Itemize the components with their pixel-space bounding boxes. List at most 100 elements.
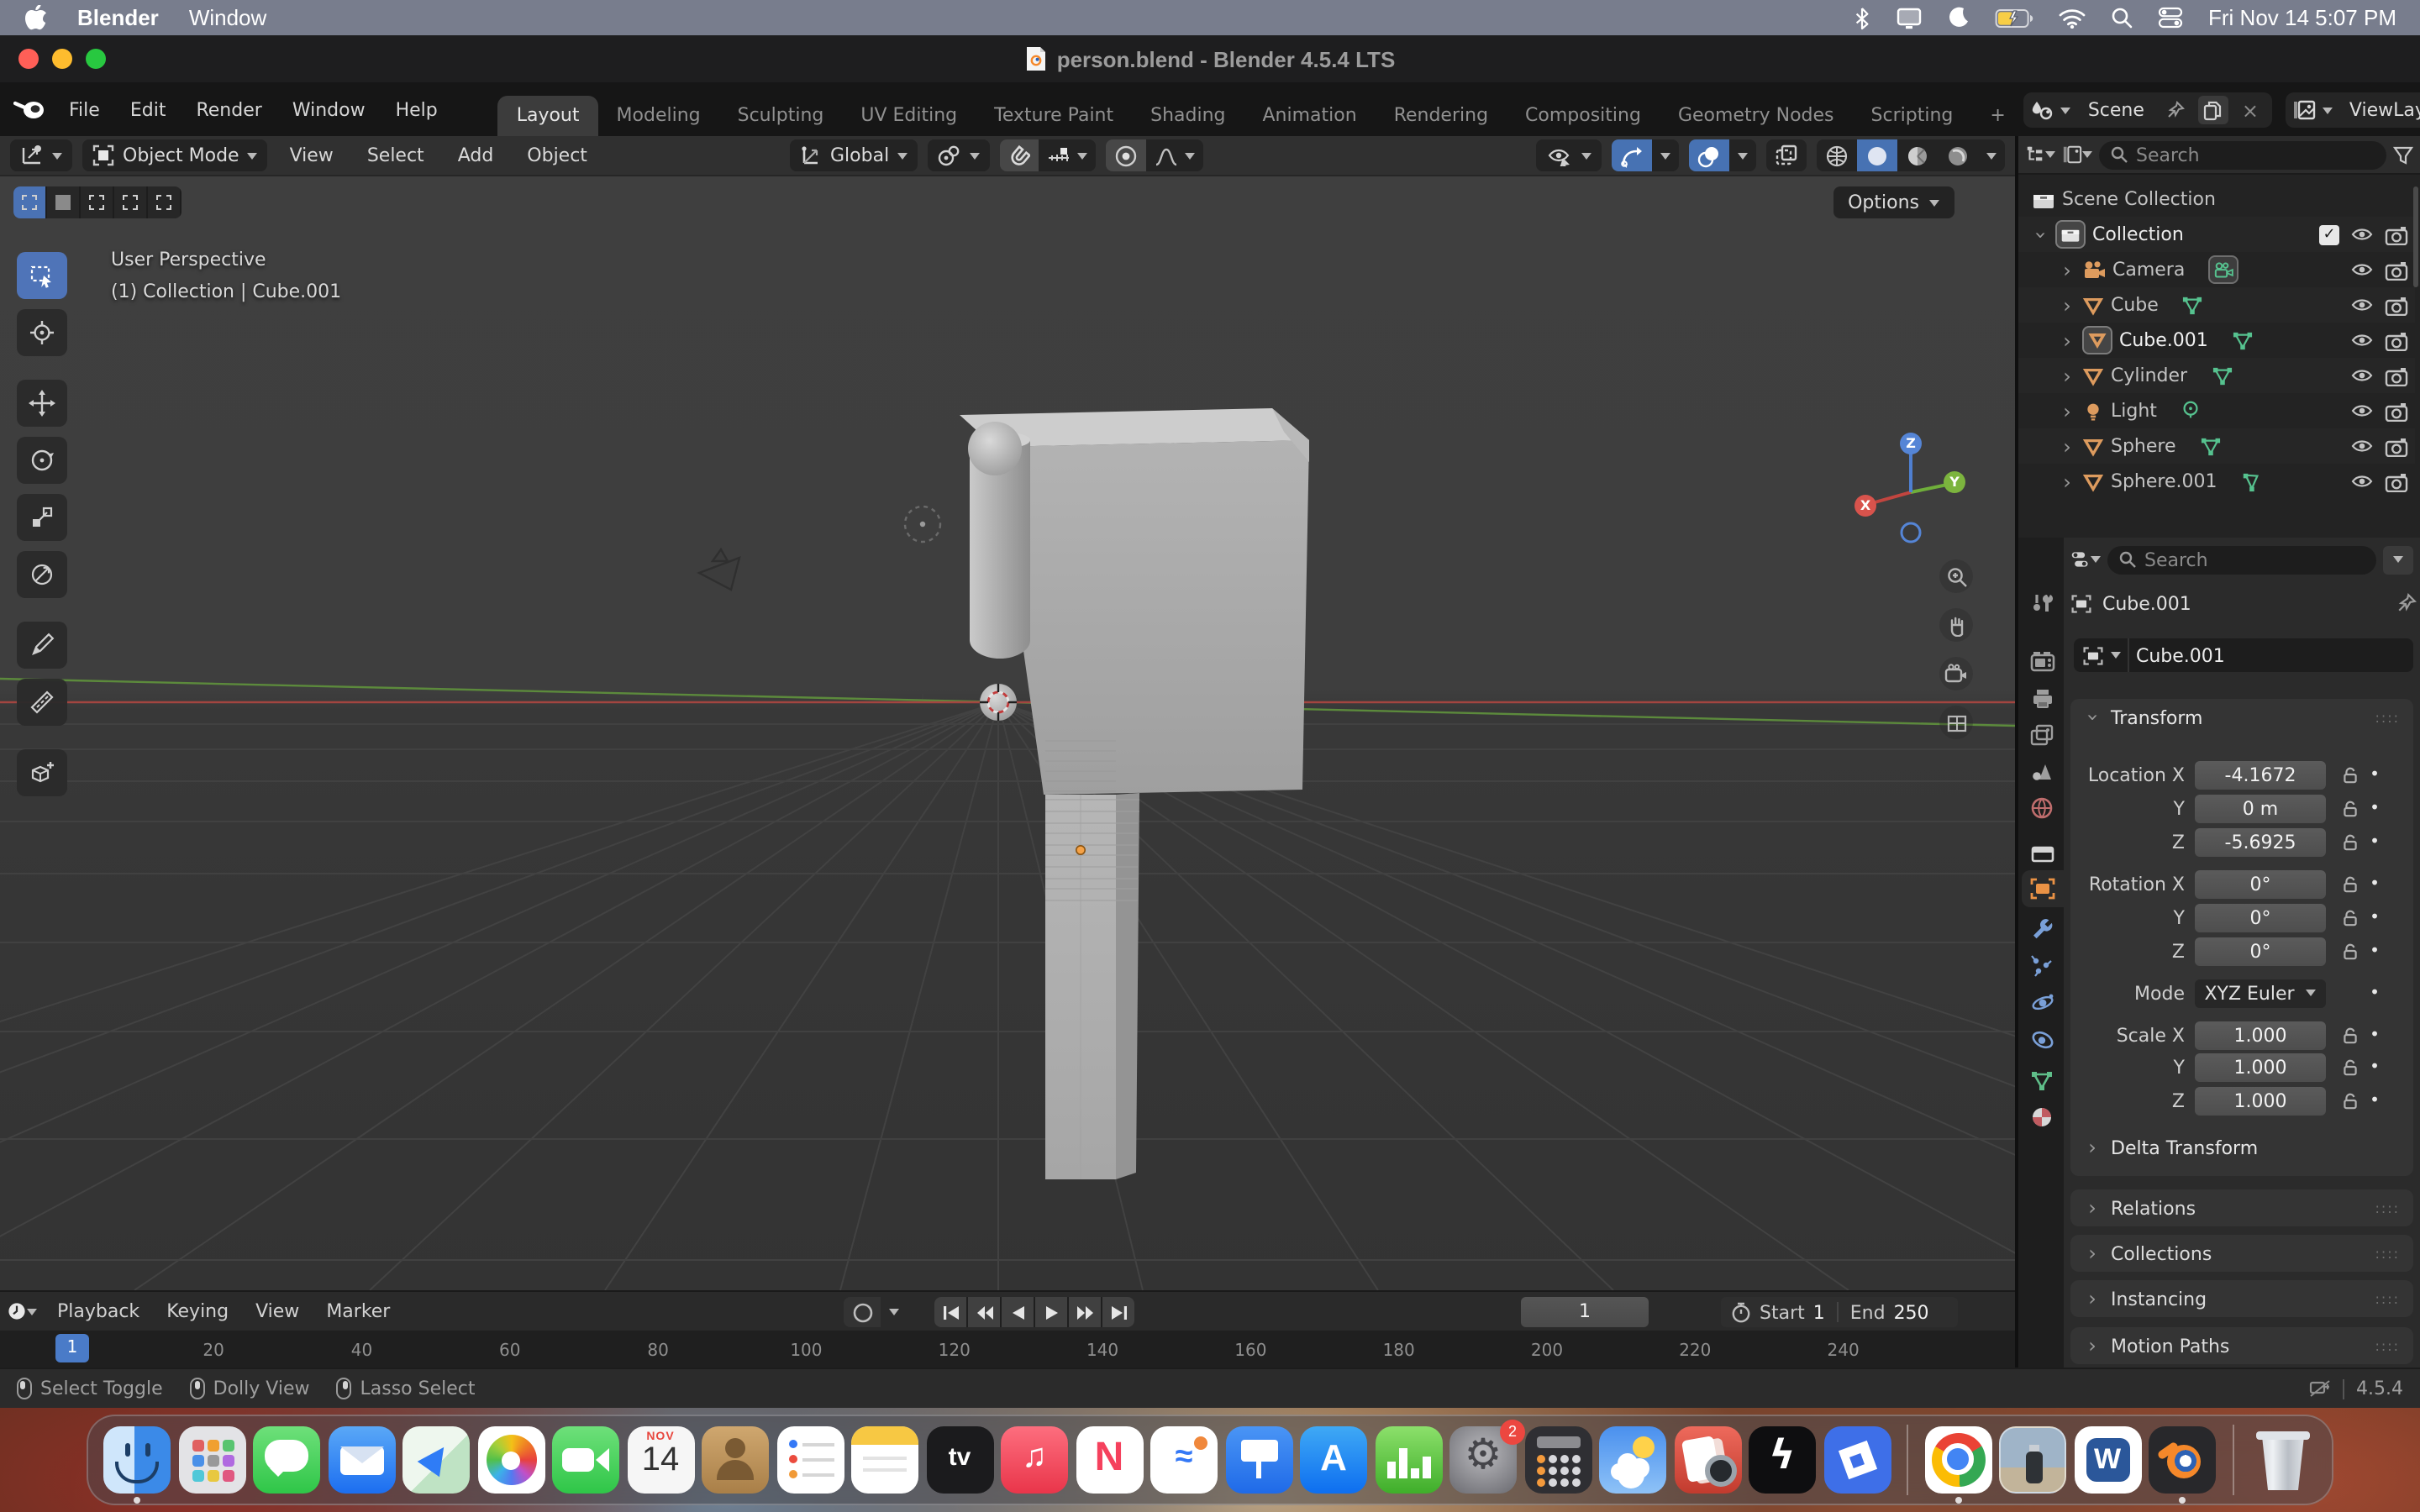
timeline-menu[interactable]: Keying bbox=[153, 1294, 242, 1328]
dock-apple-tv[interactable]: tv bbox=[926, 1426, 993, 1494]
dock-blender[interactable] bbox=[2149, 1426, 2216, 1494]
dock-calendar[interactable]: NOV14 bbox=[627, 1426, 694, 1494]
dock-photo-booth[interactable] bbox=[1674, 1426, 1741, 1494]
transform-orientation-dropdown[interactable]: Global bbox=[790, 139, 918, 171]
dock-freeform[interactable]: ≈ bbox=[1150, 1426, 1218, 1494]
panel-instancing[interactable]: Instancing bbox=[2070, 1280, 2413, 1317]
hide-eye-icon[interactable] bbox=[2349, 260, 2375, 279]
shading-solid-button[interactable] bbox=[1857, 139, 1897, 171]
tool-select-box[interactable] bbox=[17, 252, 67, 299]
auto-keying-toggle[interactable] bbox=[844, 1297, 908, 1327]
model-head-sphere[interactable] bbox=[968, 422, 1022, 475]
dock-photos[interactable] bbox=[477, 1426, 544, 1494]
tab-constraints[interactable] bbox=[2022, 1021, 2062, 1058]
show-gizmo-toggle[interactable] bbox=[1612, 139, 1652, 171]
snap-magnet-toggle[interactable] bbox=[1000, 139, 1039, 171]
show-overlays-toggle[interactable] bbox=[1689, 139, 1729, 171]
gizmo-neg-z[interactable] bbox=[1902, 523, 1920, 542]
wifi-icon[interactable] bbox=[2059, 8, 2086, 28]
workspace-tab[interactable]: Rendering bbox=[1376, 96, 1507, 136]
tab-material[interactable] bbox=[2022, 1099, 2062, 1136]
control-center-icon[interactable] bbox=[2158, 7, 2183, 29]
tab-modifiers[interactable] bbox=[2022, 911, 2062, 948]
dock-news[interactable]: N bbox=[1076, 1426, 1143, 1494]
menu-edit[interactable]: Edit bbox=[117, 98, 180, 120]
navigation-gizmo[interactable]: X Y Z bbox=[1849, 425, 1973, 549]
timeline-menu[interactable]: Playback bbox=[44, 1294, 153, 1328]
hide-eye-icon[interactable] bbox=[2349, 296, 2375, 314]
model-leg-cube[interactable] bbox=[1045, 793, 1139, 1179]
mode-dropdown[interactable]: Object Mode bbox=[82, 139, 268, 171]
dock-reminders[interactable] bbox=[776, 1426, 844, 1494]
tab-collection-props[interactable] bbox=[2022, 833, 2062, 870]
focus-moon-icon[interactable] bbox=[1948, 7, 1970, 29]
menu-render[interactable]: Render bbox=[182, 98, 275, 120]
pan-view-icon[interactable] bbox=[1939, 608, 1973, 642]
rotation-mode-dropdown[interactable]: XYZ Euler bbox=[2195, 979, 2326, 1007]
shading-dropdown[interactable] bbox=[1978, 139, 2005, 171]
display-icon[interactable] bbox=[1896, 6, 1923, 29]
select-intersect-button[interactable] bbox=[148, 186, 182, 218]
animate-dot[interactable] bbox=[2363, 832, 2386, 851]
lock-icon[interactable] bbox=[2336, 908, 2363, 927]
shading-wireframe-button[interactable] bbox=[1817, 139, 1857, 171]
editor-type-selector[interactable] bbox=[10, 139, 72, 171]
apple-menu[interactable] bbox=[24, 4, 47, 31]
workspace-tab[interactable]: UV Editing bbox=[842, 96, 976, 136]
outliner-search-field[interactable]: Search bbox=[2099, 140, 2386, 169]
lock-icon[interactable] bbox=[2336, 1091, 2363, 1110]
tab-render[interactable] bbox=[2022, 642, 2062, 679]
dock-facetime[interactable] bbox=[552, 1426, 619, 1494]
new-scene-button[interactable] bbox=[2198, 96, 2228, 124]
pin-id-icon[interactable] bbox=[2396, 593, 2417, 613]
workspace-tab[interactable]: Texture Paint bbox=[976, 96, 1132, 136]
animate-dot[interactable] bbox=[2363, 1091, 2386, 1110]
jump-to-start-button[interactable] bbox=[934, 1297, 966, 1327]
outliner-row-scene-collection[interactable]: Scene Collection bbox=[2018, 181, 2415, 217]
outliner-row-cube-001[interactable]: Cube.001 bbox=[2018, 323, 2415, 358]
overlays-dropdown[interactable] bbox=[1729, 139, 1756, 171]
select-set-button[interactable] bbox=[13, 186, 47, 218]
options-dropdown[interactable]: Options bbox=[1833, 186, 1954, 218]
scale-value-field[interactable]: 1.000 bbox=[2195, 1086, 2326, 1115]
shading-rendered-button[interactable] bbox=[1938, 139, 1978, 171]
dock-maps[interactable] bbox=[402, 1426, 470, 1494]
timeline-editor-icon[interactable] bbox=[7, 1297, 37, 1326]
zoom-window-button[interactable] bbox=[86, 49, 106, 69]
workspace-tab[interactable]: Sculpting bbox=[719, 96, 843, 136]
viewport-canvas[interactable] bbox=[0, 176, 2015, 1290]
animate-dot[interactable] bbox=[2363, 908, 2386, 927]
tab-world[interactable] bbox=[2022, 790, 2062, 827]
bluetooth-icon[interactable] bbox=[1854, 6, 1870, 29]
outliner-row-sphere[interactable]: Sphere bbox=[2018, 428, 2415, 464]
properties-options-dropdown[interactable] bbox=[2383, 545, 2413, 574]
current-frame-field[interactable]: 1 bbox=[1521, 1297, 1649, 1327]
light-object[interactable] bbox=[905, 507, 940, 542]
close-window-button[interactable] bbox=[18, 49, 39, 69]
viewport-3d[interactable]: User Perspective (1) Collection | Cube.0… bbox=[0, 176, 2015, 1290]
visibility-dropdown[interactable] bbox=[1536, 139, 1602, 171]
timeline-ruler[interactable]: 20406080100120140160180200220240 bbox=[0, 1331, 2015, 1368]
outliner-row-cube[interactable]: Cube bbox=[2018, 287, 2415, 323]
tab-scene[interactable] bbox=[2022, 753, 2062, 790]
outliner-filter-icon[interactable] bbox=[2393, 145, 2413, 164]
lock-icon[interactable] bbox=[2336, 942, 2363, 960]
scene-name[interactable]: Scene bbox=[2078, 99, 2154, 121]
tool-rotate[interactable] bbox=[17, 437, 67, 484]
panel-grip[interactable] bbox=[2375, 710, 2400, 725]
viewlayer-selector[interactable]: ViewLayer bbox=[2286, 92, 2420, 128]
toggle-ortho-icon[interactable] bbox=[1939, 706, 1973, 739]
camera-object[interactable] bbox=[699, 549, 739, 590]
outliner-row-camera[interactable]: Camera bbox=[2018, 252, 2415, 287]
dock-lightning-app[interactable]: ϟ bbox=[1749, 1426, 1816, 1494]
collapse-icon[interactable] bbox=[2032, 223, 2049, 246]
render-camera-icon[interactable] bbox=[2385, 260, 2408, 280]
dock-numbers[interactable] bbox=[1375, 1426, 1442, 1494]
menu-help[interactable]: Help bbox=[382, 98, 451, 120]
lock-icon[interactable] bbox=[2336, 832, 2363, 851]
menubar-window-menu[interactable]: Window bbox=[189, 5, 267, 30]
location-value-field[interactable]: -4.1672 bbox=[2195, 760, 2326, 789]
dock-contacts[interactable] bbox=[702, 1426, 769, 1494]
tool-move[interactable] bbox=[17, 380, 67, 427]
render-camera-icon[interactable] bbox=[2385, 295, 2408, 315]
